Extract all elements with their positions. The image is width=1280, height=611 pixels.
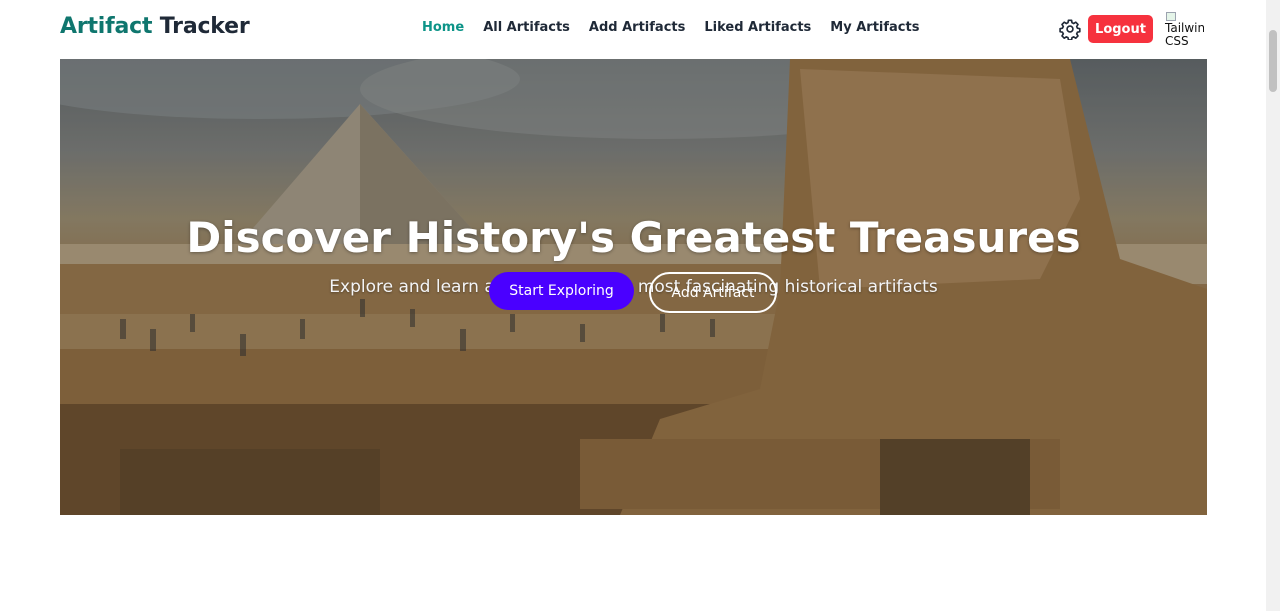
add-artifact-button[interactable]: Add Artifact	[649, 272, 777, 313]
nav-home[interactable]: Home	[422, 20, 464, 35]
page-scrollbar[interactable]	[1266, 0, 1280, 611]
hero-title: Discover History's Greatest Treasures	[186, 213, 1081, 262]
brand-name-part2: Tracker	[159, 14, 250, 39]
hero-banner: Discover History's Greatest Treasures Ex…	[60, 59, 1207, 515]
start-exploring-button[interactable]: Start Exploring	[489, 272, 634, 310]
nav-all-artifacts[interactable]: All Artifacts	[483, 20, 570, 35]
logout-button[interactable]: Logout	[1088, 15, 1153, 43]
brand-name-part1: Artifact	[60, 14, 153, 39]
scrollbar-thumb[interactable]	[1269, 30, 1277, 92]
avatar[interactable]: Tailwind CSS	[1164, 12, 1204, 46]
main-nav: Home All Artifacts Add Artifacts Liked A…	[422, 20, 919, 35]
broken-image-icon	[1166, 12, 1176, 21]
brand-logo[interactable]: Artifact Tracker	[60, 14, 250, 39]
navbar: Artifact Tracker Home All Artifacts Add …	[0, 0, 1280, 59]
gear-icon[interactable]	[1059, 18, 1081, 41]
nav-my-artifacts[interactable]: My Artifacts	[830, 20, 919, 35]
nav-liked-artifacts[interactable]: Liked Artifacts	[704, 20, 811, 35]
nav-add-artifacts[interactable]: Add Artifacts	[589, 20, 685, 35]
avatar-alt-text: Tailwind CSS	[1165, 21, 1204, 47]
